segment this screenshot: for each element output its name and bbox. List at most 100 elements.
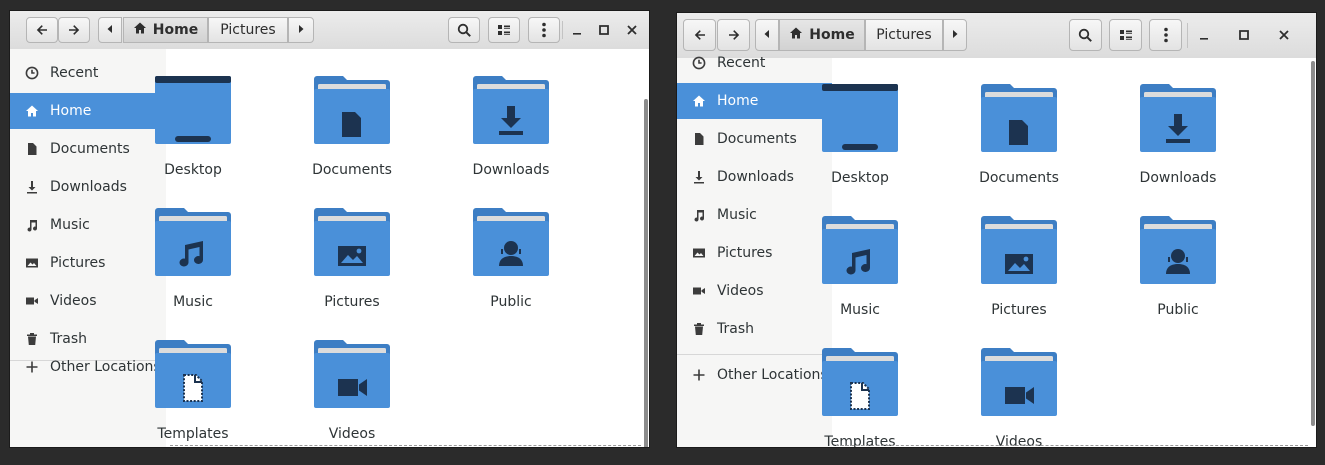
file-manager-window: Home Pictures Recent Home Documents Down… (676, 12, 1317, 448)
folder-videos[interactable]: Videos (292, 340, 412, 442)
menu-button[interactable] (528, 17, 560, 43)
image-icon (691, 245, 707, 261)
sidebar-item-label: Documents (717, 131, 797, 147)
maximize-button[interactable] (595, 17, 613, 43)
folder-downloads[interactable]: Downloads (451, 76, 571, 178)
breadcrumb-current[interactable]: Pictures (208, 17, 288, 43)
folder-person-icon (1140, 216, 1216, 288)
sidebar-item-label: Pictures (50, 255, 106, 271)
sidebar-item-label: Recent (50, 65, 99, 81)
breadcrumb-home[interactable]: Home (123, 17, 208, 43)
file-view: Desktop Documents Downloads Music Pictur… (822, 58, 1316, 447)
search-button[interactable] (1069, 19, 1102, 51)
folder-video-icon (981, 348, 1057, 420)
folder-download-icon (473, 76, 549, 148)
close-button[interactable] (1275, 19, 1293, 51)
view-icon (497, 23, 511, 37)
close-button[interactable] (623, 17, 641, 43)
folder-templates[interactable]: Templates (133, 340, 253, 442)
folder-label: Templates (157, 426, 229, 442)
folder-public[interactable]: Public (1118, 216, 1238, 318)
folder-document-icon (981, 84, 1057, 156)
breadcrumb-current[interactable]: Pictures (865, 19, 943, 51)
folder-videos[interactable]: Videos (959, 348, 1079, 447)
folder-label: Music (840, 302, 880, 318)
folder-label: Public (1157, 302, 1199, 318)
folder-label: Desktop (831, 170, 889, 186)
view-button[interactable] (488, 17, 520, 43)
drop-area-border (836, 445, 1308, 446)
folder-documents[interactable]: Documents (959, 84, 1079, 186)
back-icon (693, 28, 707, 42)
triangle-left-icon (763, 27, 771, 43)
breadcrumb-current-label: Pictures (876, 27, 932, 43)
trash-icon (24, 331, 40, 347)
close-icon (626, 21, 638, 40)
maximize-button[interactable] (1235, 19, 1253, 51)
folder-music[interactable]: Music (800, 216, 920, 318)
download-icon (691, 169, 707, 185)
triangle-right-icon (951, 27, 959, 43)
breadcrumb-current-label: Pictures (220, 22, 276, 38)
sidebar-item-label: Trash (50, 331, 87, 347)
forward-button[interactable] (58, 17, 90, 43)
folder-pictures[interactable]: Pictures (292, 208, 412, 310)
header-separator (1187, 23, 1188, 48)
folder-desktop[interactable]: Desktop (133, 76, 253, 178)
folder-pictures[interactable]: Pictures (959, 216, 1079, 318)
sidebar-item-label: Home (50, 103, 92, 119)
scrollbar[interactable] (644, 99, 648, 447)
home-icon (789, 26, 809, 44)
minimize-icon (1198, 26, 1210, 45)
scrollbar[interactable] (1311, 61, 1315, 426)
folder-documents[interactable]: Documents (292, 76, 412, 178)
folder-music-icon (155, 208, 231, 280)
search-button[interactable] (448, 17, 480, 43)
folder-label: Music (173, 294, 213, 310)
folder-label: Documents (312, 162, 392, 178)
view-button[interactable] (1109, 19, 1142, 51)
sidebar-item-recent[interactable]: Recent (677, 45, 832, 81)
sidebar-item-label: Home (717, 93, 759, 109)
breadcrumb-scroll-left[interactable] (98, 17, 122, 43)
folder-downloads[interactable]: Downloads (1118, 84, 1238, 186)
home-icon (24, 103, 40, 119)
folder-public[interactable]: Public (451, 208, 571, 310)
folder-templates[interactable]: Templates (800, 348, 920, 447)
maximize-icon (598, 21, 610, 40)
drop-area-border (170, 445, 641, 446)
folder-label: Documents (979, 170, 1059, 186)
folder-template-icon (822, 348, 898, 420)
sidebar-item-label: Recent (717, 55, 766, 71)
document-icon (691, 131, 707, 147)
folder-label: Desktop (164, 162, 222, 178)
folder-image-icon (981, 216, 1057, 288)
sidebar-item-label: Downloads (717, 169, 794, 185)
breadcrumb-scroll-right[interactable] (943, 19, 967, 51)
back-button[interactable] (26, 17, 58, 43)
folder-label: Pictures (991, 302, 1047, 318)
menu-icon (1163, 27, 1168, 43)
breadcrumb-scroll-right[interactable] (288, 17, 314, 43)
music-icon (691, 207, 707, 223)
sidebar-item-label: Trash (717, 321, 754, 337)
folder-download-icon (1140, 84, 1216, 156)
folder-music-icon (822, 216, 898, 288)
home-icon (691, 93, 707, 109)
folder-document-icon (314, 76, 390, 148)
breadcrumb-home-label: Home (152, 22, 199, 38)
folder-desktop[interactable]: Desktop (800, 84, 920, 186)
folder-person-icon (473, 208, 549, 280)
folder-music[interactable]: Music (133, 208, 253, 310)
video-icon (24, 293, 40, 309)
download-icon (24, 179, 40, 195)
triangle-left-icon (106, 22, 114, 38)
file-manager-window: Home Pictures Recent Home Documents Down… (9, 10, 650, 448)
forward-icon (727, 28, 741, 42)
trash-icon (691, 321, 707, 337)
menu-button[interactable] (1149, 19, 1182, 51)
home-icon (133, 21, 153, 39)
file-view: Desktop Documents Downloads Music Pictur… (155, 49, 649, 447)
minimize-button[interactable] (568, 17, 586, 43)
minimize-button[interactable] (1195, 19, 1213, 51)
